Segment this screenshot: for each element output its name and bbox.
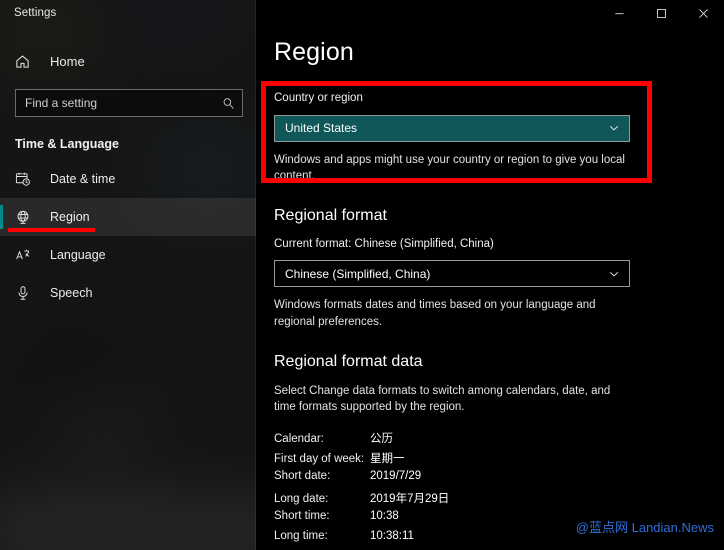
data-key: Short time: [274, 510, 330, 523]
data-key: First day of week: [274, 453, 365, 466]
table-row: Long time: 10:38:11 [274, 530, 724, 550]
data-key: Calendar: [274, 433, 324, 446]
data-value: 公历 [370, 433, 393, 446]
data-value: 10:38:11 [370, 530, 414, 543]
acrylic-blob-bottom [0, 492, 256, 550]
globe-icon [15, 209, 35, 225]
data-value: 星期一 [370, 453, 405, 466]
data-value: 2019/7/29 [370, 470, 422, 483]
country-or-region-description: Windows and apps might use your country … [274, 153, 625, 183]
calendar-clock-icon [15, 171, 35, 187]
annotation-underline-region [8, 228, 95, 232]
data-key: Short date: [274, 470, 331, 483]
home-icon [15, 54, 37, 69]
main-content: Region Country or region United States W… [256, 0, 724, 550]
acrylic-blob-dark-1 [10, 320, 130, 430]
data-value: 10:38 [370, 510, 399, 523]
sidebar-item-speech-label: Speech [50, 286, 93, 300]
regional-format-data-description: Select Change data formats to switch amo… [274, 384, 611, 414]
sidebar-item-language[interactable]: Language [0, 236, 256, 274]
sidebar-item-home-label: Home [50, 53, 85, 69]
chevron-down-icon [608, 268, 620, 280]
table-row: Short date: 2019/7/29 [274, 470, 724, 490]
search-box[interactable] [15, 89, 243, 117]
sidebar-item-date-time-label: Date & time [50, 172, 116, 186]
table-row: First day of week: 星期一 [274, 450, 724, 470]
regional-format-data-table: Calendar: 公历 First day of week: 星期一 Shor… [274, 430, 724, 550]
table-row: Short time: 10:38 [274, 510, 724, 530]
regional-format-heading: Regional format [274, 206, 387, 224]
regional-format-data-group: Regional format data Select Change data … [274, 353, 724, 550]
current-format-label: Current format: Chinese (Simplified, Chi… [274, 237, 494, 250]
sidebar-group-header: Time & Language [15, 137, 119, 151]
regional-format-data-heading: Regional format data [274, 352, 423, 370]
country-or-region-value: United States [285, 121, 358, 136]
app-title: Settings [14, 7, 57, 19]
minimize-button[interactable] [598, 0, 640, 26]
table-row: Long date: 2019年7月29日 [274, 490, 724, 510]
window-controls [598, 0, 724, 26]
sidebar-item-language-label: Language [50, 248, 106, 262]
data-key: Long date: [274, 493, 329, 506]
close-button[interactable] [682, 0, 724, 26]
data-value: 2019年7月29日 [370, 493, 450, 506]
sidebar-item-home[interactable]: Home [0, 44, 256, 78]
sidebar: Settings Home Time & Language [0, 0, 256, 550]
acrylic-blob-dark-2 [145, 400, 255, 480]
acrylic-blob-grey [58, 412, 158, 464]
titlebar-drag-region[interactable]: Settings [0, 0, 256, 26]
regional-format-value: Chinese (Simplified, China) [285, 266, 431, 281]
maximize-button[interactable] [640, 0, 682, 26]
search-icon[interactable] [222, 97, 235, 110]
sidebar-item-speech[interactable]: Speech [0, 274, 256, 312]
microphone-icon [15, 285, 35, 301]
table-row: Calendar: 公历 [274, 430, 724, 450]
settings-window: Settings Home Time & Language [0, 0, 724, 550]
sidebar-item-date-time[interactable]: Date & time [0, 160, 256, 198]
country-or-region-label: Country or region [274, 92, 363, 104]
regional-format-description: Windows formats dates and times based on… [274, 299, 596, 329]
country-or-region-dropdown[interactable]: United States [274, 114, 630, 142]
chevron-down-icon [608, 122, 620, 134]
country-or-region-group: Country or region United States Windows … [274, 91, 724, 185]
data-key: Long time: [274, 530, 328, 543]
page-title: Region [274, 38, 354, 66]
language-a-icon [15, 247, 35, 263]
sidebar-item-region-label: Region [50, 210, 90, 224]
regional-format-group: Regional format Current format: Chinese … [274, 207, 724, 331]
search-input[interactable] [25, 96, 222, 110]
regional-format-dropdown[interactable]: Chinese (Simplified, China) [274, 260, 630, 288]
